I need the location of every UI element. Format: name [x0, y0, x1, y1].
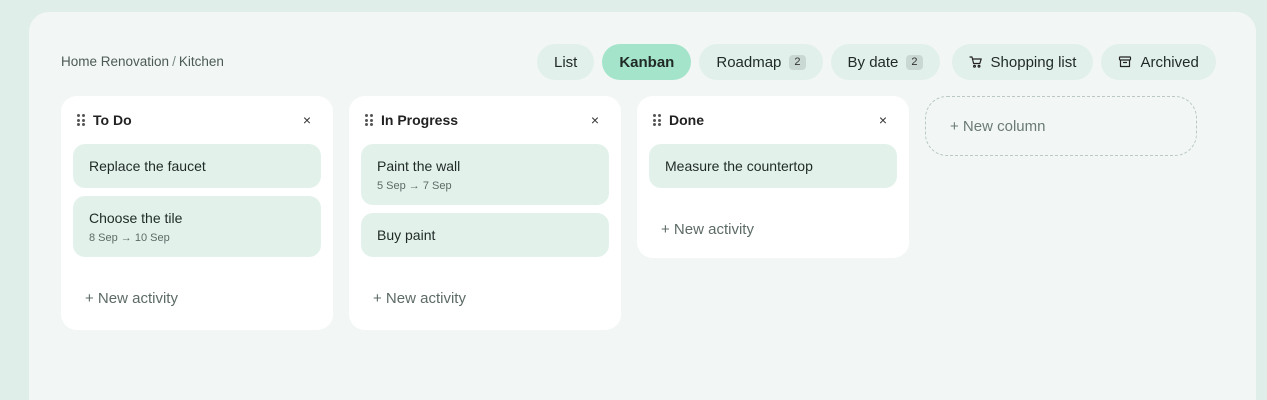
drag-handle-icon[interactable]: [77, 114, 85, 126]
new-activity-button[interactable]: + New activity: [61, 290, 333, 307]
count-badge: 2: [906, 54, 923, 70]
card-title: Paint the wall: [377, 158, 461, 174]
activity-card[interactable]: Measure the countertop: [649, 144, 897, 188]
close-icon[interactable]: ×: [299, 112, 315, 128]
column-header: In Progress ×: [349, 96, 621, 144]
activity-card[interactable]: Choose the tile 8 Sep → 10 Sep: [73, 196, 321, 257]
cart-icon: [968, 55, 983, 69]
archive-icon: [1118, 55, 1132, 69]
card-title: Buy paint: [377, 227, 436, 243]
breadcrumb-project[interactable]: Home Renovation: [61, 54, 169, 69]
new-column-button[interactable]: + New column: [925, 96, 1197, 156]
shopping-list-button[interactable]: Shopping list: [951, 44, 1094, 80]
activity-card[interactable]: Replace the faucet: [73, 144, 321, 188]
tab-by-date[interactable]: By date 2: [830, 44, 940, 80]
card-title: Measure the countertop: [665, 158, 813, 174]
column-done: Done × Measure the countertop + New acti…: [637, 96, 909, 258]
archived-label: Archived: [1140, 53, 1199, 71]
close-icon[interactable]: ×: [587, 112, 603, 128]
tab-label: By date: [847, 53, 899, 71]
new-activity-button[interactable]: + New activity: [637, 221, 909, 238]
breadcrumb-separator: /: [172, 54, 176, 69]
new-activity-button[interactable]: + New activity: [349, 290, 621, 307]
tab-label: Kanban: [619, 53, 675, 71]
drag-handle-icon[interactable]: [365, 114, 373, 126]
archived-button[interactable]: Archived: [1101, 44, 1216, 80]
tab-roadmap[interactable]: Roadmap 2: [699, 44, 823, 80]
board-panel: Home Renovation / Kitchen List Kanban Road…: [29, 12, 1256, 400]
activity-card[interactable]: Paint the wall 5 Sep → 7 Sep: [361, 144, 609, 205]
view-toolbar: List Kanban Roadmap 2 By date 2 Shopping…: [537, 44, 1216, 80]
column-title[interactable]: In Progress: [381, 112, 587, 128]
tab-kanban[interactable]: Kanban: [602, 44, 692, 80]
column-in-progress: In Progress × Paint the wall 5 Sep → 7 S…: [349, 96, 621, 330]
tab-label: Roadmap: [716, 53, 782, 71]
card-date-range: 5 Sep → 7 Sep: [377, 180, 452, 192]
card-title: Replace the faucet: [89, 158, 206, 174]
column-header: To Do ×: [61, 96, 333, 144]
breadcrumb: Home Renovation / Kitchen: [61, 54, 224, 69]
drag-handle-icon[interactable]: [653, 114, 661, 126]
column-title[interactable]: To Do: [93, 112, 299, 128]
column-todo: To Do × Replace the faucet Choose the ti…: [61, 96, 333, 330]
card-title: Choose the tile: [89, 210, 183, 226]
breadcrumb-page[interactable]: Kitchen: [179, 54, 224, 69]
activity-card[interactable]: Buy paint: [361, 213, 609, 257]
shopping-list-label: Shopping list: [990, 53, 1077, 71]
count-badge: 2: [789, 54, 806, 70]
close-icon[interactable]: ×: [875, 112, 891, 128]
card-date-range: 8 Sep → 10 Sep: [89, 232, 170, 244]
column-title[interactable]: Done: [669, 112, 875, 128]
column-header: Done ×: [637, 96, 909, 144]
tab-label: List: [554, 53, 578, 71]
tab-list[interactable]: List: [537, 44, 595, 80]
